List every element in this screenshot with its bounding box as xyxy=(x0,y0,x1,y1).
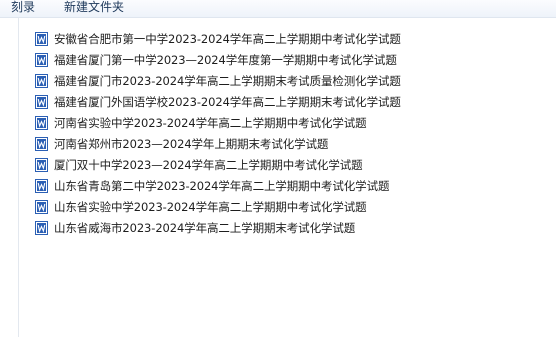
navigation-pane[interactable] xyxy=(0,18,19,337)
file-list: 安徽省合肥市第一中学2023-2024学年高二上学期期中考试化学试题 福建省厦门… xyxy=(19,18,556,337)
file-name: 山东省实验中学2023-2024学年高二上学期期中考试化学试题 xyxy=(54,200,367,214)
file-list-item[interactable]: 福建省厦门第一中学2023—2024学年度第一学期期中考试化学试题 xyxy=(35,50,397,70)
word-document-icon xyxy=(35,200,48,214)
file-list-item[interactable]: 山东省实验中学2023-2024学年高二上学期期中考试化学试题 xyxy=(35,197,367,217)
file-name: 安徽省合肥市第一中学2023-2024学年高二上学期期中考试化学试题 xyxy=(54,32,401,46)
word-document-icon xyxy=(35,221,48,235)
file-name: 福建省厦门外国语学校2023-2024学年高二上学期期末考试化学试题 xyxy=(54,95,401,109)
word-document-icon xyxy=(35,53,48,67)
word-document-icon xyxy=(35,32,48,46)
file-list-item[interactable]: 河南省郑州市2023—2024学年上期期末考试化学试题 xyxy=(35,134,328,154)
word-document-icon xyxy=(35,158,48,172)
file-name: 山东省青岛第二中学2023-2024学年高二上学期期中考试化学试题 xyxy=(54,179,390,193)
file-list-item[interactable]: 山东省青岛第二中学2023-2024学年高二上学期期中考试化学试题 xyxy=(35,176,389,196)
word-document-icon xyxy=(35,116,48,130)
word-document-icon xyxy=(35,95,48,109)
file-name: 厦门双十中学2023—2024学年高二上学期期中考试化学试题 xyxy=(54,158,363,172)
file-name: 福建省厦门市2023-2024学年高二上学期期末考试质量检测化学试题 xyxy=(54,74,401,88)
file-name: 河南省郑州市2023—2024学年上期期末考试化学试题 xyxy=(54,137,329,151)
word-document-icon xyxy=(35,74,48,88)
file-list-item[interactable]: 山东省威海市2023-2024学年高二上学期期末考试化学试题 xyxy=(35,218,355,238)
file-name: 福建省厦门第一中学2023—2024学年度第一学期期中考试化学试题 xyxy=(54,53,397,67)
file-list-item[interactable]: 福建省厦门外国语学校2023-2024学年高二上学期期末考试化学试题 xyxy=(35,92,401,112)
file-list-item[interactable]: 河南省实验中学2023-2024学年高二上学期期中考试化学试题 xyxy=(35,113,367,133)
file-list-item[interactable]: 福建省厦门市2023-2024学年高二上学期期末考试质量检测化学试题 xyxy=(35,71,401,91)
file-name: 山东省威海市2023-2024学年高二上学期期末考试化学试题 xyxy=(54,221,356,235)
new-folder-button[interactable]: 新建文件夹 xyxy=(64,0,124,16)
burn-button[interactable]: 刻录 xyxy=(11,0,35,16)
file-name: 河南省实验中学2023-2024学年高二上学期期中考试化学试题 xyxy=(54,116,367,130)
word-document-icon xyxy=(35,179,48,193)
word-document-icon xyxy=(35,137,48,151)
file-list-item[interactable]: 厦门双十中学2023—2024学年高二上学期期中考试化学试题 xyxy=(35,155,363,175)
file-list-item[interactable]: 安徽省合肥市第一中学2023-2024学年高二上学期期中考试化学试题 xyxy=(35,29,401,49)
toolbar: 刻录 新建文件夹 xyxy=(0,0,556,18)
